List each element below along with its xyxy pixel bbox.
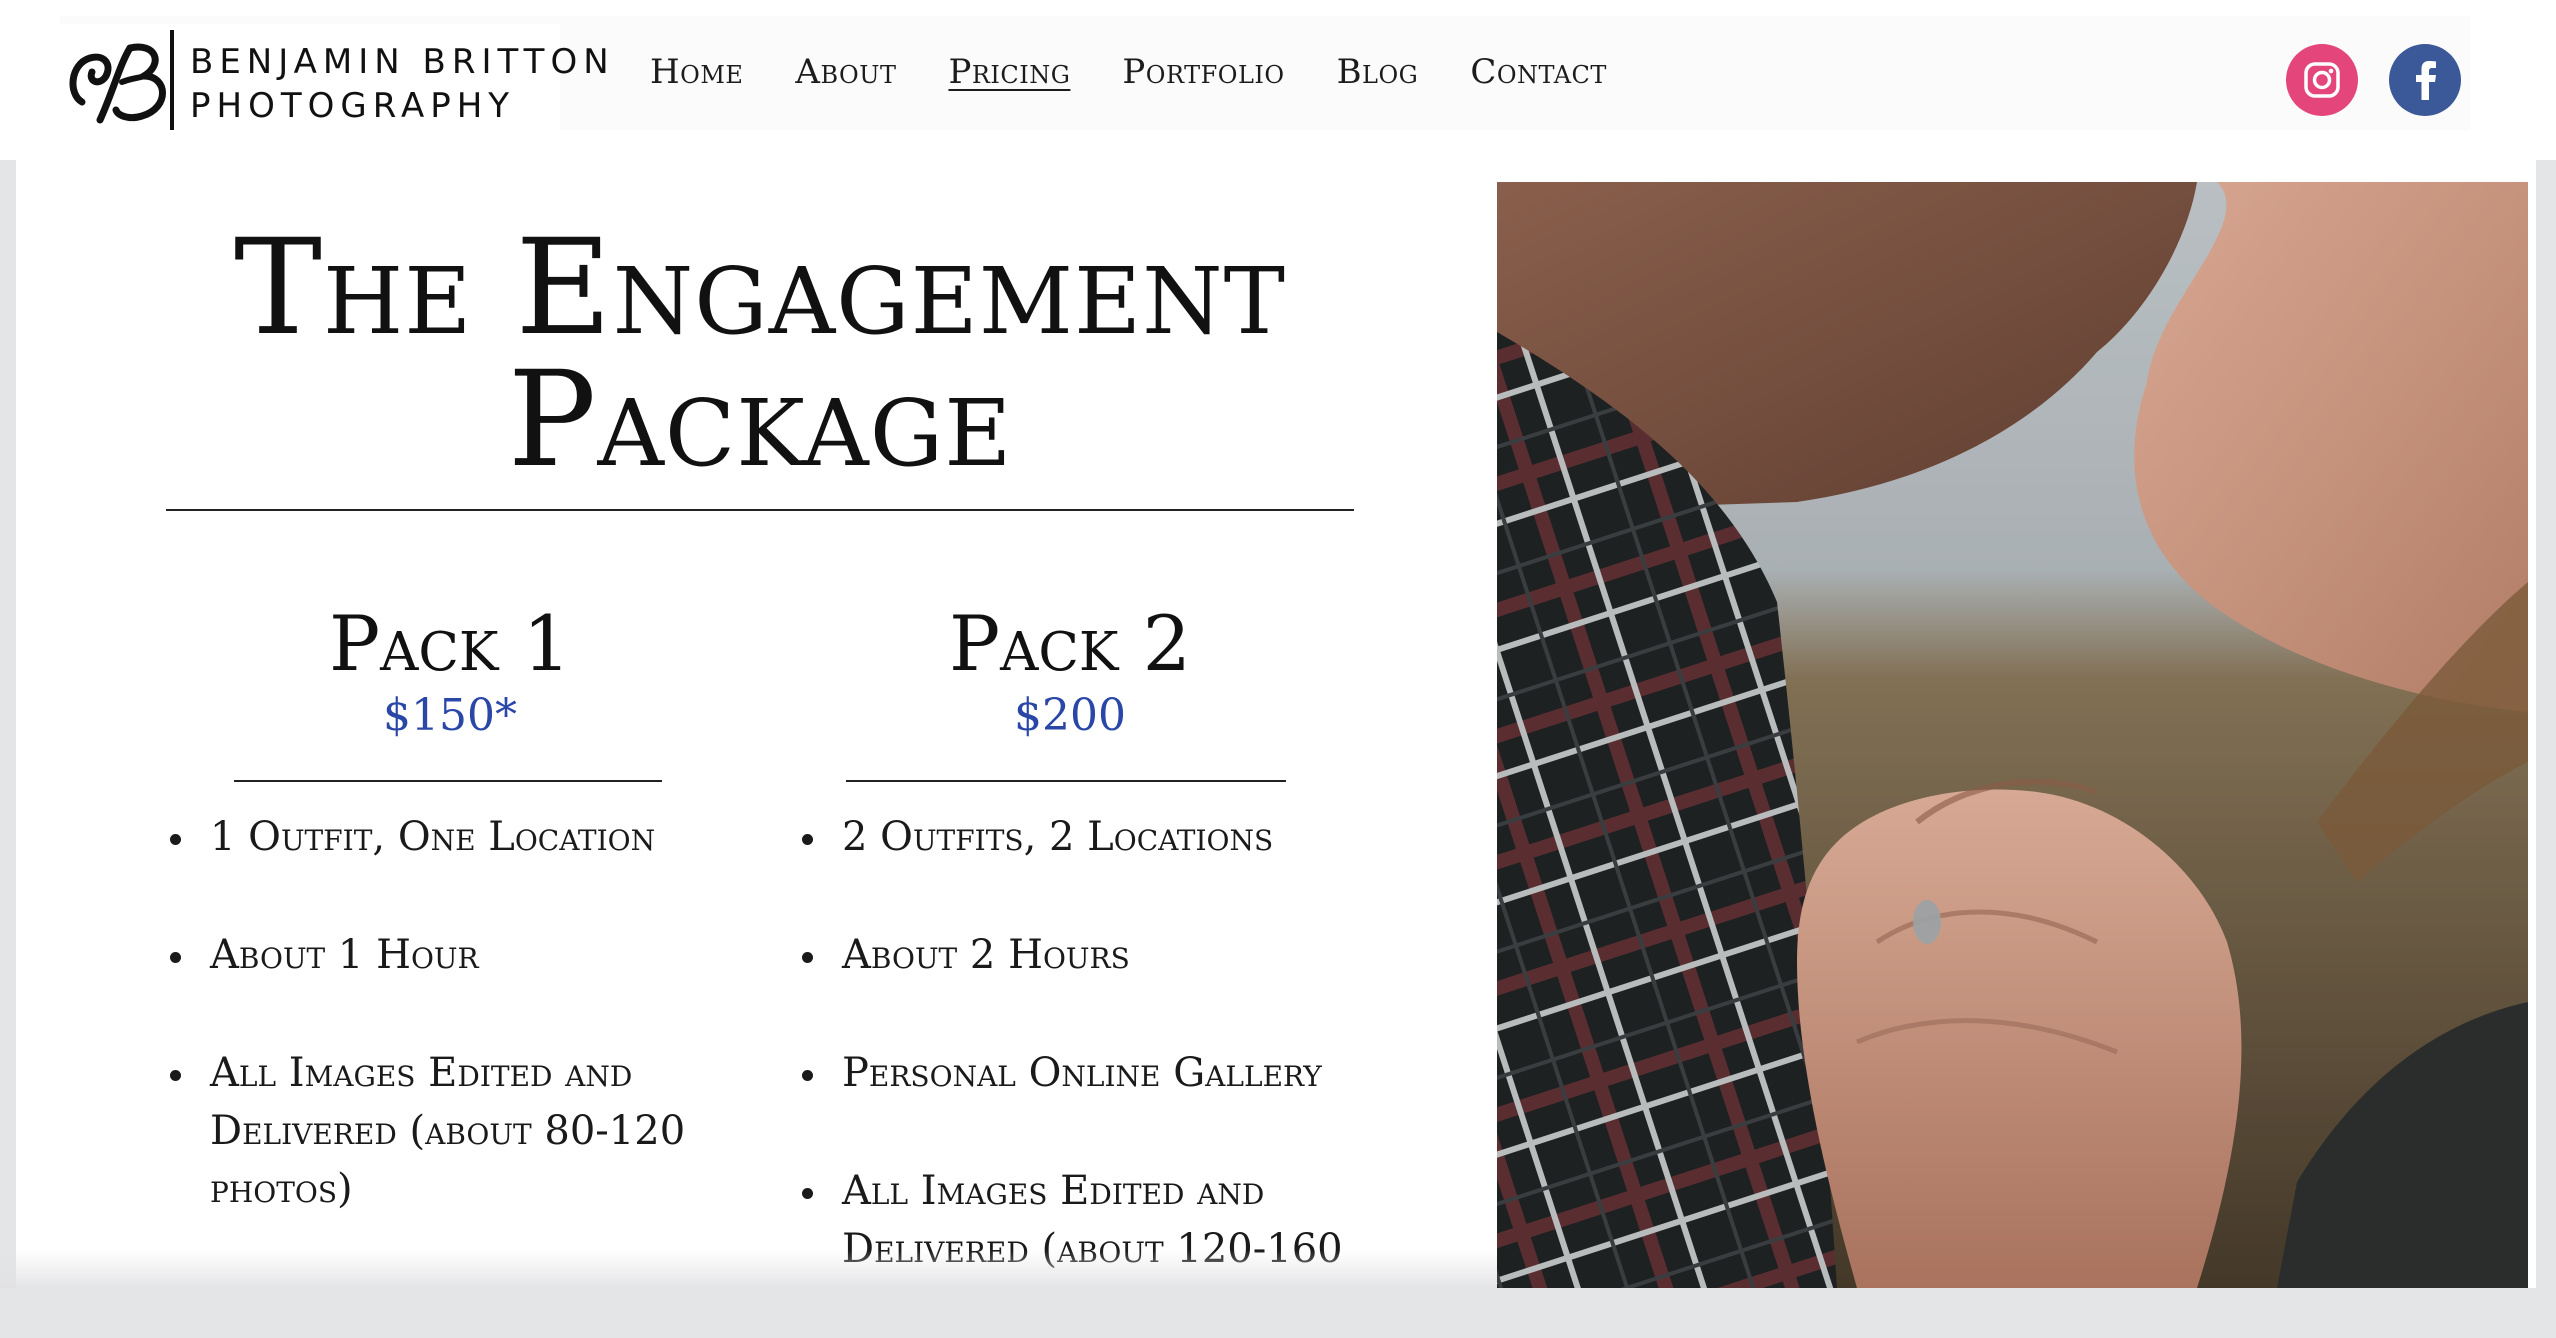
photo-illustration bbox=[1497, 182, 2528, 1288]
list-item: All Images Edited and Delivered (about 8… bbox=[150, 1044, 750, 1218]
pack-price: $150* bbox=[383, 690, 517, 741]
pack-card: Pack 1 $150* 1 Outfit, One Location Abou… bbox=[150, 599, 750, 1212]
list-item: Personal Online Gallery bbox=[782, 1044, 1362, 1102]
pack-divider bbox=[234, 780, 662, 782]
scroll-shadow bbox=[0, 1250, 1497, 1288]
pack-name: Pack 1 bbox=[328, 599, 572, 688]
list-item: About 2 Hours bbox=[782, 926, 1362, 984]
site-logo[interactable]: BENJAMIN BRITTON PHOTOGRAPHY bbox=[60, 24, 609, 136]
pack-name: Pack 2 bbox=[948, 599, 1192, 688]
nav-link-about[interactable]: About bbox=[795, 50, 896, 94]
nav-link-blog[interactable]: Blog bbox=[1337, 50, 1419, 94]
nav-item-contact: Contact bbox=[1470, 50, 1607, 94]
brand-name-line-1: BENJAMIN BRITTON bbox=[190, 42, 615, 82]
list-item: About 1 Hour bbox=[150, 926, 750, 984]
nav-link-pricing[interactable]: Pricing bbox=[948, 50, 1070, 94]
engagement-couple-photo bbox=[1497, 182, 2528, 1288]
instagram-button[interactable] bbox=[2286, 44, 2358, 116]
nav-item-home: Home bbox=[650, 50, 743, 94]
nav-link-home[interactable]: Home bbox=[650, 50, 743, 94]
pack-features: 1 Outfit, One Location About 1 Hour All … bbox=[150, 808, 750, 1278]
page-title: The Engagement Package bbox=[166, 222, 1354, 486]
pack-divider bbox=[846, 780, 1286, 782]
title-divider bbox=[166, 509, 1354, 511]
nav-item-pricing: Pricing bbox=[948, 50, 1070, 94]
page-title-line-1: The Engagement bbox=[233, 211, 1287, 365]
pack-card: Pack 2 $200 2 Outfits, 2 Locations About… bbox=[770, 599, 1370, 1272]
brand-name: BENJAMIN BRITTON PHOTOGRAPHY bbox=[190, 40, 615, 128]
nav-item-about: About bbox=[795, 50, 896, 94]
monogram-logo-icon bbox=[69, 30, 174, 130]
nav-link-portfolio[interactable]: Portfolio bbox=[1122, 50, 1284, 94]
facebook-icon bbox=[2416, 61, 2436, 100]
list-item: 1 Outfit, One Location bbox=[150, 808, 750, 866]
nav-item-portfolio: Portfolio bbox=[1122, 50, 1284, 94]
brand-name-line-2: PHOTOGRAPHY bbox=[190, 86, 516, 126]
page-title-line-2: Package bbox=[507, 343, 1013, 497]
instagram-icon bbox=[2304, 62, 2340, 98]
nav-link-contact[interactable]: Contact bbox=[1470, 50, 1607, 94]
main-nav: Home About Pricing Portfolio Blog Contac… bbox=[650, 50, 1607, 94]
pack-price: $200 bbox=[1014, 690, 1126, 741]
list-item: 2 Outfits, 2 Locations bbox=[782, 808, 1362, 866]
nav-item-blog: Blog bbox=[1337, 50, 1419, 94]
facebook-button[interactable] bbox=[2389, 44, 2461, 116]
